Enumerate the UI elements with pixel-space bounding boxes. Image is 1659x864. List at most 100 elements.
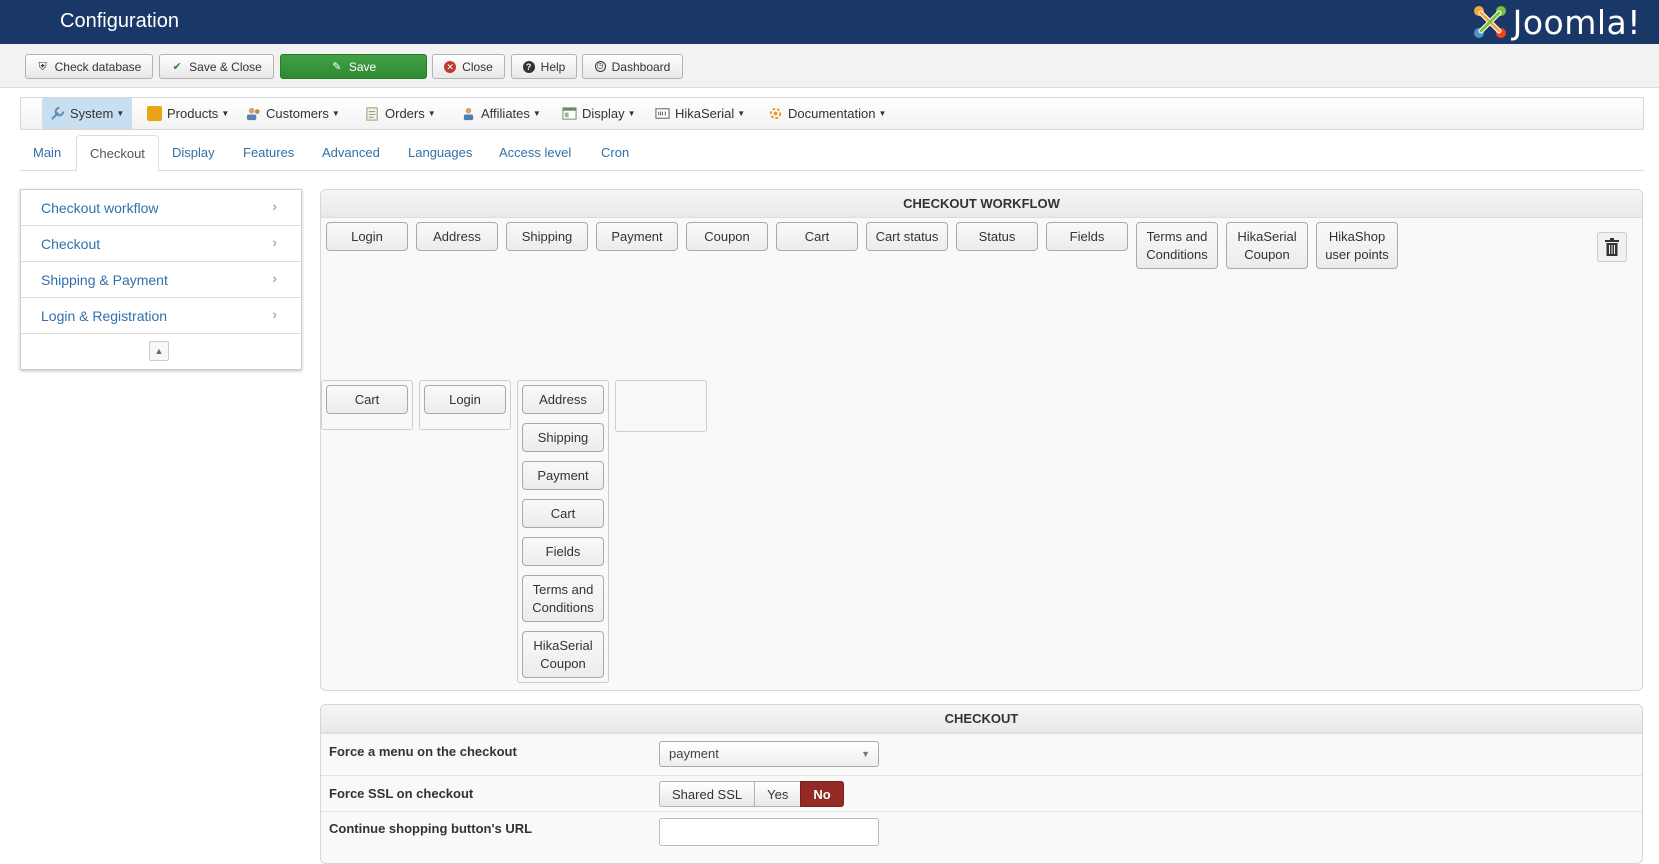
palette-cart-status[interactable]: Cart status [866,222,948,251]
orders-icon [366,107,378,121]
chevron-down-icon: ▼ [221,109,230,118]
help-button[interactable]: ? Help [511,54,577,79]
force-ssl-toggle: Shared SSL Yes No [659,781,844,807]
step-item-payment[interactable]: Payment [522,461,604,490]
eject-icon: ▲ [154,346,164,356]
joomla-logo-icon [1473,6,1506,38]
checkout-sidebar: Checkout workflow › Checkout › Shipping … [20,189,302,370]
force-ssl-label: Force SSL on checkout [329,786,474,801]
trash-dropzone[interactable] [1597,232,1627,262]
tab-cron[interactable]: Cron [588,135,642,171]
continue-url-input[interactable] [659,818,879,846]
step-item-address[interactable]: Address [522,385,604,414]
tab-features[interactable]: Features [230,135,307,171]
chevron-right-icon: › [272,234,277,250]
force-ssl-shared[interactable]: Shared SSL [659,781,756,807]
force-menu-select[interactable]: payment ▼ [659,741,879,767]
wrench-icon [51,106,65,120]
checkout-workflow-panel: CHECKOUT WORKFLOW Login Address Shipping… [320,189,1643,691]
force-menu-row: Force a menu on the checkout payment ▼ [321,733,1642,775]
menu-hikaserial[interactable]: HikaSerial ▼ [647,98,753,129]
menu-products[interactable]: Products ▼ [139,98,237,129]
palette-terms-conditions[interactable]: Terms and Conditions [1136,222,1218,269]
chevron-down-icon: ▼ [878,109,887,118]
force-ssl-no[interactable]: No [800,781,844,807]
sidebar-item-label: Checkout workflow [41,199,159,216]
menu-affiliates[interactable]: Affiliates ▼ [453,98,549,129]
palette-shipping[interactable]: Shipping [506,222,588,251]
force-menu-value: payment [669,746,719,761]
config-tabs: Main Checkout Display Features Advanced … [20,135,1644,172]
tab-display[interactable]: Display [159,135,228,171]
palette-hikashop-user-points[interactable]: HikaShop user points [1316,222,1398,269]
menu-products-label: Products [167,106,219,121]
trash-icon [1605,238,1619,256]
sidebar-item-login-registration[interactable]: Login & Registration › [21,298,301,334]
sidebar-item-checkout[interactable]: Checkout › [21,226,301,262]
step-item-shipping[interactable]: Shipping [522,423,604,452]
menu-system-label: System [70,106,114,121]
palette-payment[interactable]: Payment [596,222,678,251]
save-button[interactable]: ✎ Save [280,54,427,79]
menu-documentation[interactable]: Documentation ▼ [760,98,894,129]
serial-icon [655,108,670,119]
collapse-sidebar-button[interactable]: ▲ [149,341,169,361]
dashboard-button[interactable]: ◷ Dashboard [582,54,683,79]
menu-orders[interactable]: Orders ▼ [357,98,444,129]
step-item-cart[interactable]: Cart [522,499,604,528]
chevron-right-icon: › [272,198,277,214]
sidebar-item-checkout-workflow[interactable]: Checkout workflow › [21,190,301,226]
check-database-button[interactable]: ⛨ Check database [25,54,153,79]
step-item-terms-conditions[interactable]: Terms and Conditions [522,575,604,622]
chevron-down-icon: ▼ [532,109,541,118]
joomla-logo-text: Joomla! [1512,2,1641,42]
joomla-logo[interactable]: Joomla! [1471,2,1641,42]
chevron-right-icon: › [272,306,277,322]
step-item-login[interactable]: Login [424,385,506,414]
close-button[interactable]: ✕ Close [432,54,505,79]
step-item-hikaserial-coupon[interactable]: HikaSerial Coupon [522,631,604,678]
workflow-step-1[interactable]: Cart [321,380,413,430]
sidebar-item-label: Login & Registration [41,307,168,324]
tab-access-level[interactable]: Access level [486,135,584,171]
palette-login[interactable]: Login [326,222,408,251]
checkout-settings-panel: CHECKOUT Force a menu on the checkout pa… [320,704,1643,864]
menu-system[interactable]: System ▼ [42,98,133,129]
save-label: Save [348,59,377,74]
sidebar-item-shipping-payment[interactable]: Shipping & Payment › [21,262,301,298]
close-icon: ✕ [444,60,457,73]
workflow-step-2[interactable]: Login [419,380,511,430]
chevron-down-icon: ▼ [116,109,125,118]
shield-icon: ⛨ [38,60,47,73]
step-item-fields[interactable]: Fields [522,537,604,566]
step-item-cart[interactable]: Cart [326,385,408,414]
chevron-down-icon: ▼ [427,109,436,118]
chevron-right-icon: › [272,270,277,286]
chevron-down-icon: ▼ [861,749,870,759]
chevron-down-icon: ▼ [737,109,746,118]
tab-languages[interactable]: Languages [395,135,485,171]
menu-customers-label: Customers [266,106,329,121]
palette-fields[interactable]: Fields [1046,222,1128,251]
force-ssl-row: Force SSL on checkout Shared SSL Yes No [321,775,1642,811]
palette-cart[interactable]: Cart [776,222,858,251]
tab-main[interactable]: Main [20,135,74,171]
box-icon [147,106,162,121]
save-close-button[interactable]: ✔ Save & Close [159,54,274,79]
menu-display[interactable]: Display ▼ [554,98,644,129]
dashboard-icon: ◷ [594,61,606,72]
palette-address[interactable]: Address [416,222,498,251]
tab-checkout[interactable]: Checkout [76,135,159,172]
palette-coupon[interactable]: Coupon [686,222,768,251]
force-ssl-yes[interactable]: Yes [754,781,802,807]
menu-customers[interactable]: Customers ▼ [238,98,348,129]
palette-status[interactable]: Status [956,222,1038,251]
workflow-step-3[interactable]: Address Shipping Payment Cart Fields Ter… [517,380,609,683]
sidebar-item-label: Checkout [41,235,101,252]
force-menu-label: Force a menu on the checkout [329,744,517,759]
palette-hikaserial-coupon[interactable]: HikaSerial Coupon [1226,222,1308,269]
tab-advanced[interactable]: Advanced [309,135,393,171]
menu-orders-label: Orders [385,106,425,121]
menu-affiliates-label: Affiliates [481,106,530,121]
workflow-step-new[interactable] [615,380,707,432]
